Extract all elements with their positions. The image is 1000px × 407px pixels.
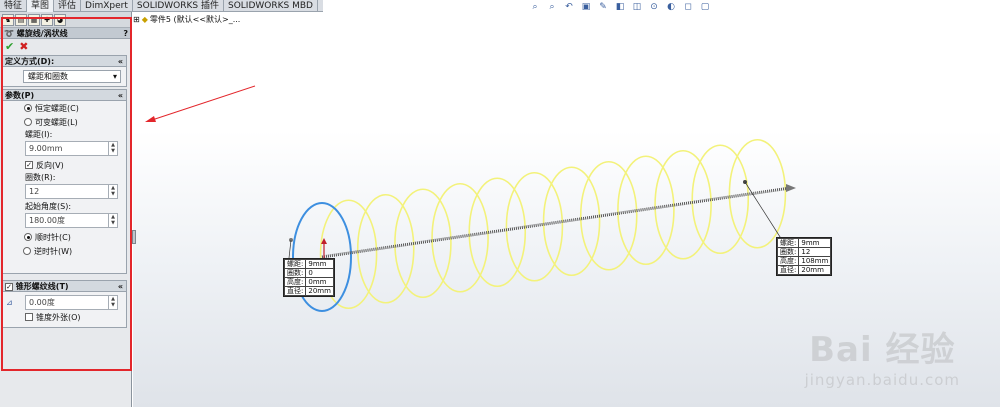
watermark-logo: Bai 经验 <box>809 330 956 370</box>
baidu-watermark: Bai 经验 jingyan.baidu.com <box>805 322 960 389</box>
callout-label: 螺距: <box>283 259 307 269</box>
part-icon: ◆ <box>141 15 148 24</box>
callout-value: 20mm <box>305 286 335 296</box>
callout-value: 9mm <box>305 259 335 269</box>
start-callout-row: 圈数: 0 <box>283 268 335 278</box>
annotation-arrowhead <box>145 116 156 122</box>
end-callout[interactable]: 螺距: 9mm 圈数: 12 高度: 108mm 直径: 20mm <box>776 237 833 276</box>
section-view-icon[interactable]: ▣ <box>581 2 591 12</box>
edit-appearance-icon[interactable]: ◐ <box>666 2 676 12</box>
hide-show-icon[interactable]: ⊙ <box>649 2 659 12</box>
annotation-arrow <box>151 85 256 121</box>
callout-label: 高度: <box>776 256 800 266</box>
callout-value: 9mm <box>798 238 832 248</box>
start-leader <box>288 239 292 259</box>
axis-arrowhead <box>786 184 796 192</box>
callout-label: 螺距: <box>776 238 800 248</box>
callout-value: 0mm <box>305 277 335 287</box>
callout-value: 12 <box>798 247 832 257</box>
helix-axis <box>321 186 791 259</box>
apply-scene-icon[interactable]: ◻ <box>683 2 693 12</box>
start-callout-row: 直径: 20mm <box>283 286 335 296</box>
dynamic-annotation-icon[interactable]: ✎ <box>598 2 608 12</box>
view-orientation-icon[interactable]: ◧ <box>615 2 625 12</box>
feature-tree-root[interactable]: ⊞ ◆ 零件5 (默认<<默认>_... <box>133 14 240 25</box>
watermark-url: jingyan.baidu.com <box>804 371 960 389</box>
helix-curve[interactable] <box>319 138 787 310</box>
expand-icon[interactable]: ⊞ <box>133 15 140 24</box>
previous-view-icon[interactable]: ↶ <box>564 2 574 12</box>
callout-value: 108mm <box>798 256 832 266</box>
callout-value: 20mm <box>798 265 832 275</box>
start-callout-row: 螺距: 9mm <box>283 259 335 269</box>
view-settings-icon[interactable]: ▢ <box>700 2 710 12</box>
highlight-box <box>1 17 132 371</box>
start-callout-row: 高度: 0mm <box>283 277 335 287</box>
end-callout-row: 螺距: 9mm <box>776 238 832 248</box>
zoom-area-icon[interactable]: ⌕ <box>547 2 557 12</box>
zoom-to-fit-icon[interactable]: ⌕ <box>530 2 540 12</box>
display-style-icon[interactable]: ◫ <box>632 2 642 12</box>
end-callout-row: 高度: 108mm <box>776 256 832 266</box>
callout-value: 0 <box>305 268 335 278</box>
end-callout-row: 圈数: 12 <box>776 247 832 257</box>
end-callout-row: 直径: 20mm <box>776 265 832 275</box>
callout-label: 高度: <box>283 277 307 287</box>
part-name: 零件5 (默认<<默认>_... <box>149 15 241 24</box>
callout-label: 圈数: <box>776 247 800 257</box>
callout-label: 直径: <box>776 265 800 275</box>
callout-label: 直径: <box>283 286 307 296</box>
heads-up-toolbar: ⌕ ⌕ ↶ ▣ ✎ ◧ ◫ ⊙ ◐ ◻ ▢ <box>530 2 710 12</box>
panel-resize-handle[interactable] <box>132 230 136 244</box>
start-callout[interactable]: 螺距: 9mm 圈数: 0 高度: 0mm 直径: 20mm <box>283 258 336 297</box>
callout-label: 圈数: <box>283 268 307 278</box>
